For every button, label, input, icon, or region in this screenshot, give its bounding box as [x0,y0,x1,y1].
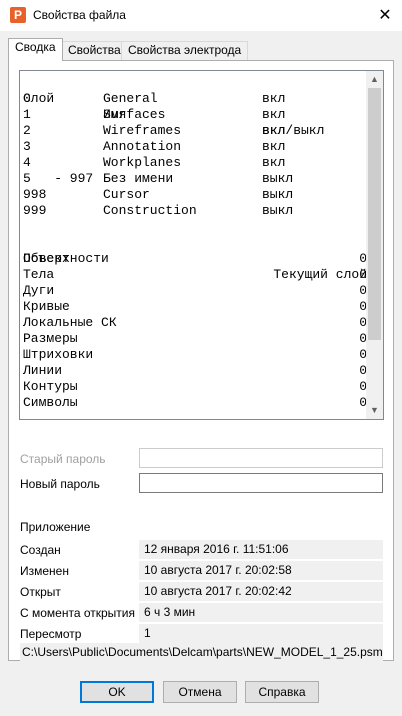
layer-number: 999 [23,203,47,218]
object-row[interactable]: Штриховки 0 [22,347,367,363]
layer-row[interactable]: 1 Surfaces вкл [22,107,367,123]
app-icon: P [10,7,26,23]
layer-row[interactable]: 999 Construction выкл [22,203,367,219]
help-button[interactable]: Справка [245,681,319,703]
application-label: Приложение [20,520,91,534]
object-name: Локальные СК [23,315,117,330]
layer-object-list[interactable]: Слой Имя вкл/выкл 0 General вкл 1 Surfaces в… [19,70,384,420]
summary-panel: Слой Имя вкл/выкл 0 General вкл 1 Surfaces в… [8,60,394,662]
object-row[interactable]: Локальные СК 0 [22,315,367,331]
list-scrollbar[interactable]: ▲ ▼ [366,71,383,419]
layer-number: 4 [23,155,31,170]
layer-state: выкл [262,187,294,202]
layer-number: 998 [23,187,47,202]
object-row[interactable]: Дуги 0 [22,283,367,299]
layer-state: вкл [262,107,286,122]
object-name: Кривые [23,299,70,314]
revision-label: Пересмотр [20,627,82,641]
layer-number: 0 [23,91,31,106]
layer-name: Без имени [103,171,174,186]
scroll-thumb[interactable] [368,88,381,340]
layer-row[interactable]: 5 - 997 Без имени выкл [22,171,367,187]
layer-state: выкл [262,171,294,186]
file-path: C:\Users\Public\Documents\Delcam\parts\N… [20,643,383,662]
layer-number: 5 - 997 [23,171,94,186]
modified-value: 10 августа 2017 г. 20:02:58 [139,561,383,580]
layer-name: Surfaces [103,107,166,122]
object-name: Линии [23,363,63,378]
object-name: Контуры [23,379,78,394]
layer-row[interactable]: 4 Workplanes вкл [22,155,367,171]
layer-number: 3 [23,139,31,154]
blank-row [22,219,367,235]
revision-value: 1 [139,624,383,643]
layer-row[interactable]: 3 Annotation вкл [22,139,367,155]
window-title: Свойства файла [33,8,126,22]
layer-name: Cursor [103,187,150,202]
layer-name: Construction [103,203,197,218]
layer-state: выкл [262,203,294,218]
layer-row[interactable]: 0 General вкл [22,91,367,107]
tab-electrode-properties[interactable]: Свойства электрода [121,41,249,60]
layer-state: вкл [262,139,286,154]
object-row[interactable]: Поверхности 0 [22,251,367,267]
new-password-label: Новый пароль [20,477,100,491]
layer-state: вкл [262,123,286,138]
close-icon: ✕ [378,7,392,24]
opened-value: 10 августа 2017 г. 20:02:42 [139,582,383,601]
old-password-label: Старый пароль [20,452,106,466]
object-row[interactable]: Контуры 0 [22,379,367,395]
layer-row[interactable]: 2 Wireframes вкл [22,123,367,139]
object-name: Штриховки [23,347,94,362]
layer-state: вкл [262,91,286,106]
scroll-down-icon[interactable]: ▼ [366,402,383,419]
layers-header-row: Слой Имя вкл/выкл [22,75,367,138]
object-row[interactable]: Размеры 0 [22,331,367,347]
object-row[interactable]: Символы 0 [22,395,367,411]
objects-header-row: Объект Текущий слой [22,235,367,282]
layer-name: Wireframes [103,123,182,138]
object-name: Символы [23,395,78,410]
object-row[interactable]: Тела 0 [22,267,367,283]
close-button[interactable]: ✕ [368,0,402,31]
object-name: Размеры [23,331,78,346]
old-password-field[interactable] [139,448,383,468]
layer-name: General [103,91,158,106]
layer-state: вкл [262,155,286,170]
since-open-value: 6 ч 3 мин [139,603,383,622]
tab-summary[interactable]: Сводка [8,38,63,61]
layer-row[interactable]: 998 Cursor выкл [22,187,367,203]
since-open-label: С момента открытия [20,606,135,620]
created-value: 12 января 2016 г. 11:51:06 [139,540,383,559]
scroll-up-icon[interactable]: ▲ [366,71,383,88]
object-name: Дуги [23,283,55,298]
layer-name: Workplanes [103,155,182,170]
modified-label: Изменен [20,564,69,578]
object-name: Поверхности [23,251,109,266]
title-bar: P Свойства файла ✕ [0,0,402,31]
tab-properties[interactable]: Свойства [61,41,128,60]
new-password-field[interactable] [139,473,383,493]
object-name: Тела [23,267,55,282]
layer-number: 2 [23,123,31,138]
cancel-button[interactable]: Отмена [163,681,237,703]
created-label: Создан [20,543,61,557]
opened-label: Открыт [20,585,61,599]
object-row[interactable]: Линии 0 [22,363,367,379]
layer-name: Annotation [103,139,182,154]
object-row[interactable]: Кривые 0 [22,299,367,315]
ok-button[interactable]: OK [80,681,154,703]
layer-number: 1 [23,107,31,122]
